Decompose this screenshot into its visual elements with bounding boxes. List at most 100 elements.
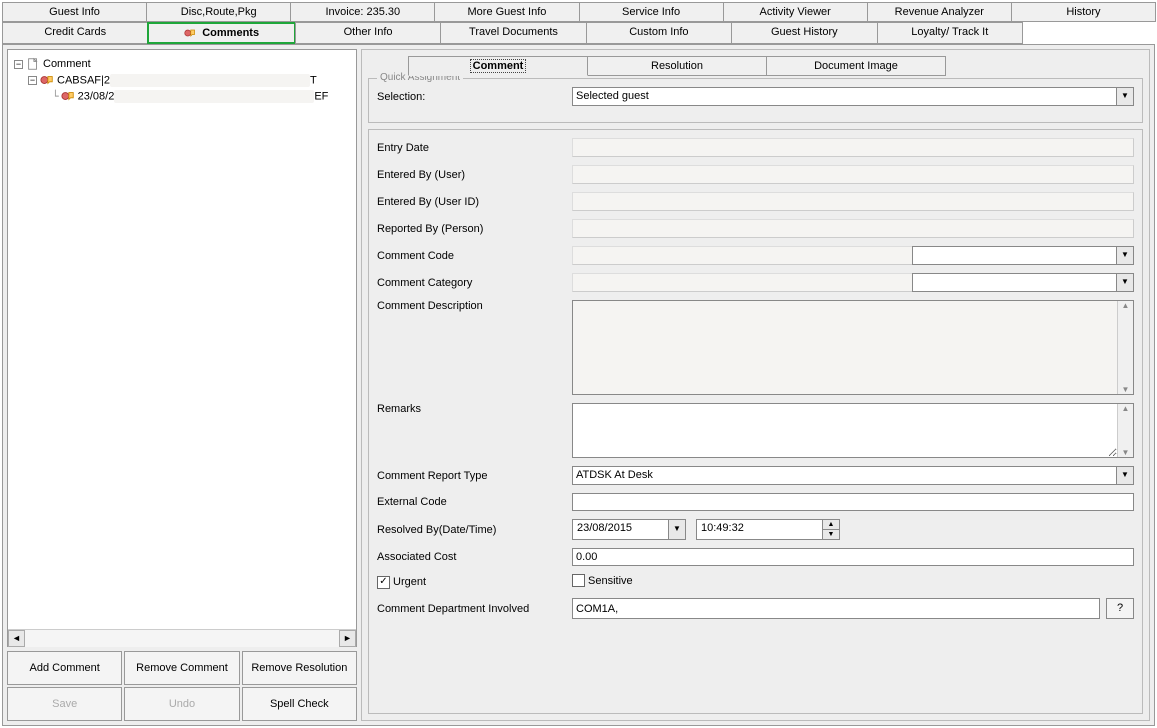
- sub-tabs: Comment Resolution Document Image: [408, 56, 1143, 76]
- selection-dropdown[interactable]: Selected guest ▼: [572, 87, 1134, 106]
- scroll-down-icon[interactable]: ▼: [1122, 385, 1130, 394]
- main-panel: − Comment − CABSAF|2T: [2, 44, 1155, 726]
- undo-button: Undo: [124, 687, 239, 721]
- scroll-up-icon[interactable]: ▲: [1122, 404, 1130, 413]
- tree-node-2-text: 23/08/2EF: [78, 90, 329, 103]
- department-input[interactable]: [572, 598, 1100, 619]
- selection-label: Selection:: [377, 91, 572, 103]
- external-code-input[interactable]: [572, 493, 1134, 511]
- remove-comment-button[interactable]: Remove Comment: [124, 651, 239, 685]
- comment-category-label: Comment Category: [377, 277, 572, 289]
- scroll-up-icon[interactable]: ▲: [1122, 301, 1130, 310]
- tree-root[interactable]: − Comment: [14, 56, 350, 72]
- subtab-resolution[interactable]: Resolution: [587, 56, 767, 76]
- spin-up-icon[interactable]: ▲: [823, 520, 839, 530]
- top-tabs-row-1: Guest Info Disc,Route,Pkg Invoice: 235.3…: [2, 2, 1155, 22]
- left-panel: − Comment − CABSAF|2T: [7, 49, 357, 721]
- entry-date-label: Entry Date: [377, 142, 572, 154]
- tree-hscrollbar[interactable]: ◄ ►: [8, 629, 356, 646]
- scroll-track[interactable]: [25, 630, 339, 647]
- save-button: Save: [7, 687, 122, 721]
- chevron-down-icon[interactable]: ▼: [1116, 88, 1133, 105]
- tree-connector-icon: └: [52, 90, 59, 103]
- subtab-comment[interactable]: Comment: [408, 56, 588, 76]
- checkbox-unchecked-icon: [572, 574, 585, 587]
- tab-service-info[interactable]: Service Info: [579, 2, 724, 22]
- tab-invoice[interactable]: Invoice: 235.30: [290, 2, 435, 22]
- urgent-label: Urgent: [393, 576, 426, 588]
- urgent-checkbox[interactable]: ✓ Urgent: [377, 576, 426, 589]
- tree-node-1-text: CABSAF|2T: [57, 74, 317, 87]
- comment-description-field[interactable]: ▲▼: [572, 300, 1134, 395]
- tab-credit-cards[interactable]: Credit Cards: [2, 22, 148, 44]
- tree-node-2[interactable]: └ 23/08/2EF: [14, 88, 350, 104]
- add-comment-button[interactable]: Add Comment: [7, 651, 122, 685]
- comment-report-type-label: Comment Report Type: [377, 470, 572, 482]
- textarea-scrollbar[interactable]: ▲▼: [1117, 404, 1133, 457]
- comment-code-dropdown[interactable]: ▼: [912, 246, 1134, 265]
- resolved-by-time-spinner[interactable]: 10:49:32 ▲▼: [696, 519, 840, 540]
- resolved-by-time-value: 10:49:32: [697, 520, 822, 539]
- tree-root-label: Comment: [43, 58, 91, 70]
- reported-by-field: [572, 219, 1134, 238]
- reported-by-label: Reported By (Person): [377, 223, 572, 235]
- remove-resolution-button[interactable]: Remove Resolution: [242, 651, 357, 685]
- chevron-down-icon[interactable]: ▼: [1116, 274, 1133, 291]
- chevron-down-icon[interactable]: ▼: [1116, 467, 1133, 484]
- remarks-field[interactable]: ▲▼: [572, 403, 1134, 458]
- tab-activity-viewer[interactable]: Activity Viewer: [723, 2, 868, 22]
- tab-guest-info[interactable]: Guest Info: [2, 2, 147, 22]
- tab-guest-history[interactable]: Guest History: [731, 22, 877, 44]
- checkbox-checked-icon: ✓: [377, 576, 390, 589]
- action-buttons: Add Comment Remove Comment Remove Resolu…: [7, 651, 357, 721]
- tab-history[interactable]: History: [1011, 2, 1156, 22]
- comment-code-label: Comment Code: [377, 250, 572, 262]
- spin-down-icon[interactable]: ▼: [823, 530, 839, 539]
- associated-cost-label: Associated Cost: [377, 551, 572, 563]
- tab-custom-info[interactable]: Custom Info: [586, 22, 732, 44]
- spell-check-button[interactable]: Spell Check: [242, 687, 357, 721]
- document-icon: [26, 57, 40, 71]
- tab-comments-label: Comments: [202, 27, 259, 39]
- subtab-comment-label: Comment: [470, 59, 527, 73]
- scroll-down-icon[interactable]: ▼: [1122, 448, 1130, 457]
- subtab-document-image[interactable]: Document Image: [766, 56, 946, 76]
- comment-leaf-icon: [61, 89, 75, 103]
- scroll-right-icon[interactable]: ►: [339, 630, 356, 647]
- comment-report-type-dropdown[interactable]: ATDSK At Desk ▼: [572, 466, 1134, 485]
- tab-other-info[interactable]: Other Info: [295, 22, 441, 44]
- tab-travel-documents[interactable]: Travel Documents: [440, 22, 586, 44]
- comment-code-display: [572, 246, 912, 265]
- comment-category-dropdown[interactable]: ▼: [912, 273, 1134, 292]
- tree-collapse-icon[interactable]: −: [14, 60, 23, 69]
- department-help-button[interactable]: ?: [1106, 598, 1134, 619]
- remarks-label: Remarks: [377, 403, 572, 415]
- comment-category-display: [572, 273, 912, 292]
- sensitive-checkbox[interactable]: Sensitive: [572, 574, 633, 587]
- tree-collapse-icon[interactable]: −: [28, 76, 37, 85]
- tab-more-guest-info[interactable]: More Guest Info: [434, 2, 579, 22]
- tab-disc-route-pkg[interactable]: Disc,Route,Pkg: [146, 2, 291, 22]
- remarks-textarea[interactable]: [573, 404, 1117, 457]
- comment-form: Entry Date Entered By (User) Entered By …: [368, 129, 1143, 714]
- entered-by-userid-label: Entered By (User ID): [377, 196, 572, 208]
- selection-value: Selected guest: [573, 88, 1116, 105]
- external-code-label: External Code: [377, 496, 572, 508]
- resolved-by-date-picker[interactable]: 23/08/2015 ▼: [572, 519, 686, 540]
- comment-tree[interactable]: − Comment − CABSAF|2T: [8, 50, 356, 629]
- tree-node-1[interactable]: − CABSAF|2T: [14, 72, 350, 88]
- entered-by-user-field: [572, 165, 1134, 184]
- entered-by-userid-field: [572, 192, 1134, 211]
- scroll-left-icon[interactable]: ◄: [8, 630, 25, 647]
- right-panel: Comment Resolution Document Image Quick …: [361, 49, 1150, 721]
- chevron-down-icon[interactable]: ▼: [668, 520, 685, 539]
- textarea-scrollbar[interactable]: ▲▼: [1117, 301, 1133, 394]
- associated-cost-input[interactable]: [572, 548, 1134, 566]
- comments-icon: [184, 27, 196, 39]
- resolved-by-label: Resolved By(Date/Time): [377, 524, 572, 536]
- tab-revenue-analyzer[interactable]: Revenue Analyzer: [867, 2, 1012, 22]
- comment-description-label: Comment Description: [377, 300, 572, 312]
- chevron-down-icon[interactable]: ▼: [1116, 247, 1133, 264]
- tab-loyalty-track-it[interactable]: Loyalty/ Track It: [877, 22, 1023, 44]
- tab-comments[interactable]: Comments: [147, 22, 295, 44]
